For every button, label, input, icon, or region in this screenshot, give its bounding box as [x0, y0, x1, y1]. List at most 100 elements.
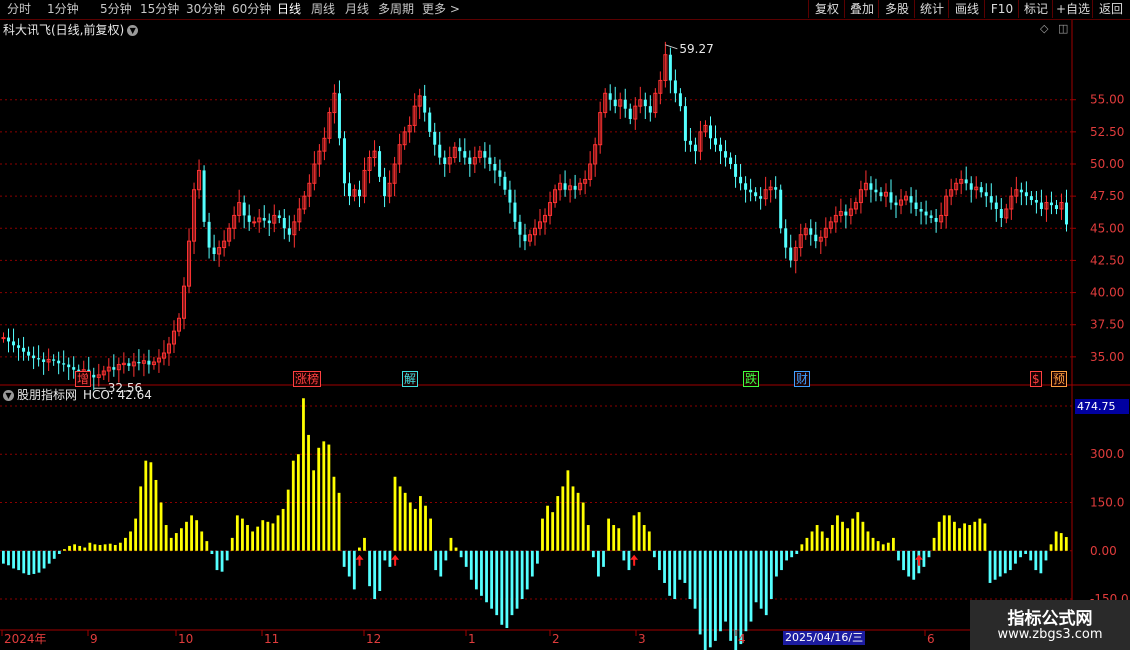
event-tag-forecast[interactable]: 预: [1051, 371, 1068, 387]
candle-body-down: [493, 164, 497, 171]
indicator-bar-negative: [927, 550, 931, 558]
diamond-icon[interactable]: ◇: [1040, 22, 1048, 35]
candle-body-down: [127, 363, 131, 366]
indicator-bar-positive: [612, 525, 616, 551]
indicator-bar-negative: [464, 550, 468, 567]
indicator-bar-negative: [474, 550, 478, 590]
indicator-bar-negative: [714, 550, 717, 641]
indicator-bar-positive: [408, 502, 412, 551]
candle-body-down: [1019, 189, 1023, 193]
indicator-bar-positive: [876, 541, 880, 551]
indicator-bar-negative: [597, 550, 600, 577]
chevron-down-icon[interactable]: ▼: [3, 390, 14, 401]
indicator-bar-positive: [932, 537, 936, 551]
indicator-bar-negative: [678, 550, 682, 580]
indicator-bar-negative: [754, 550, 758, 603]
indicator-bar-positive: [124, 537, 127, 551]
event-tag-add[interactable]: 增: [75, 371, 92, 387]
indicator-bar-negative: [1019, 550, 1022, 558]
indicator-bar-negative: [673, 550, 677, 600]
indicator-bar-negative: [658, 550, 661, 571]
candle-body-down: [22, 347, 26, 352]
candle-body-down: [508, 189, 512, 203]
indicator-bar-positive: [973, 521, 977, 551]
indicator-bar-positive: [327, 444, 331, 551]
candle-body-down: [67, 364, 71, 368]
candle-body-down: [1024, 192, 1028, 197]
indicator-bar-positive: [581, 502, 585, 551]
indicator-bar-negative: [703, 550, 707, 650]
candle-body-down: [207, 221, 211, 248]
stock-title-text: 科大讯飞(日线,前复权): [3, 23, 125, 37]
indicator-bar-positive: [195, 520, 199, 551]
event-tag-finance[interactable]: 财: [794, 371, 811, 387]
indicator-bar-negative: [469, 550, 473, 580]
indicator-bar-positive: [159, 502, 163, 551]
candle-body-down: [137, 362, 141, 364]
event-tag-drop[interactable]: 跌: [743, 371, 760, 387]
indicator-bar-negative: [622, 550, 626, 561]
candle-body-down: [523, 234, 527, 242]
indicator-bar-negative: [602, 550, 605, 567]
indicator-bar-positive: [169, 537, 173, 551]
indicator-bar-positive: [983, 523, 987, 551]
indicator-tick-label: 0.00: [1090, 544, 1117, 558]
indicator-bar-positive: [1059, 533, 1063, 551]
candle-body-down: [759, 196, 763, 199]
buy-arrow-icon: [630, 554, 639, 566]
indicator-bar-negative: [683, 550, 687, 583]
watermark-logo: 指标公式网 www.zbgs3.com: [970, 600, 1130, 650]
indicator-bar-negative: [739, 550, 743, 645]
indicator-bar-positive: [429, 518, 432, 551]
indicator-bar-positive: [861, 521, 865, 551]
candle-body-down: [287, 228, 291, 235]
indicator-bar-positive: [836, 515, 839, 551]
candle-body-down: [282, 218, 286, 229]
time-axis-label: 4: [738, 632, 746, 646]
candle-body-down: [428, 112, 432, 132]
window-icon[interactable]: ◫: [1058, 22, 1068, 35]
indicator-bar-negative: [480, 550, 483, 596]
cursor-date-label: 2025/04/16/三: [783, 631, 866, 645]
indicator-bar-positive: [947, 515, 951, 551]
candle-body-down: [964, 179, 968, 184]
indicator-bar-negative: [57, 550, 61, 554]
time-axis-label: 10: [178, 632, 193, 646]
candle-body-down: [734, 164, 738, 177]
indicator-bar-positive: [937, 521, 941, 551]
indicator-bar-negative: [215, 550, 219, 571]
indicator-bar-positive: [108, 543, 112, 551]
indicator-bar-negative: [652, 550, 656, 558]
candle-body-down: [809, 228, 813, 235]
indicator-bar-positive: [337, 492, 341, 551]
time-axis-label: 3: [638, 632, 646, 646]
indicator-bar-positive: [241, 518, 244, 551]
indicator-bar-negative: [27, 550, 31, 575]
indicator-bar-positive: [180, 528, 183, 551]
kline-chart-canvas[interactable]: 55.0052.5050.0047.5045.0042.5040.0037.50…: [0, 0, 1130, 650]
event-tag-unlock[interactable]: 解: [402, 371, 419, 387]
candle-body-down: [112, 367, 116, 370]
indicator-bar-negative: [785, 550, 788, 561]
indicator-bar-positive: [566, 470, 570, 551]
chevron-down-icon[interactable]: ▼: [127, 25, 139, 36]
indicator-bar-positive: [617, 528, 621, 551]
indicator-bar-positive: [846, 528, 850, 551]
event-tag-dollar[interactable]: $: [1030, 371, 1042, 387]
candle-body-down: [52, 359, 56, 361]
indicator-bar-positive: [164, 525, 168, 551]
indicator-bar-negative: [32, 550, 36, 574]
indicator-bar-positive: [449, 537, 453, 551]
candle-body-down: [693, 144, 697, 152]
price-tick-label: 42.50: [1090, 253, 1124, 267]
indicator-name: 股朋指标网: [17, 388, 78, 402]
indicator-bar-negative: [12, 550, 15, 569]
event-tag-top-gainer[interactable]: 涨榜: [293, 371, 322, 387]
indicator-max-label: 474.75: [1075, 399, 1129, 414]
indicator-bar-positive: [134, 518, 138, 551]
indicator-bar-positive: [551, 512, 555, 551]
candle-body-down: [483, 151, 487, 158]
time-axis-label: 2024年: [4, 632, 47, 646]
candle-body-down: [12, 341, 16, 346]
indicator-bar-positive: [174, 533, 178, 551]
